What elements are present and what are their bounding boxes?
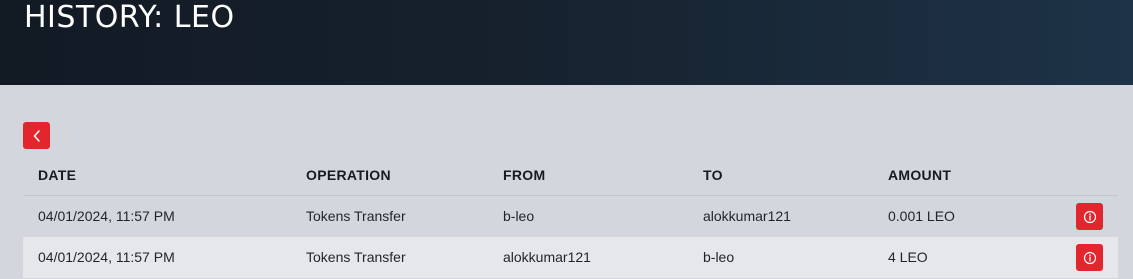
page-title: HISTORY: LEO — [24, 0, 235, 35]
row-from: b-leo — [503, 208, 535, 224]
row-operation: Tokens Transfer — [306, 249, 406, 265]
column-header-to: TO — [703, 167, 723, 183]
page-header: HISTORY: LEO — [0, 0, 1133, 85]
info-button[interactable] — [1076, 244, 1103, 271]
row-operation: Tokens Transfer — [306, 208, 406, 224]
chevron-left-icon — [33, 129, 40, 142]
row-to: b-leo — [703, 249, 735, 265]
row-date: 04/01/2024, 11:57 PM — [38, 249, 175, 265]
row-from: alokkumar121 — [503, 249, 591, 265]
history-content: DATE OPERATION FROM TO AMOUNT 04/01/2024… — [0, 85, 1133, 279]
back-button[interactable] — [23, 122, 50, 149]
info-icon — [1083, 210, 1096, 223]
table-row: 04/01/2024, 11:57 PM Tokens Transfer alo… — [23, 237, 1118, 278]
info-button[interactable] — [1076, 203, 1103, 230]
table-row: 04/01/2024, 11:57 PM Tokens Transfer b-l… — [23, 196, 1118, 237]
table-header: DATE OPERATION FROM TO AMOUNT — [23, 155, 1118, 196]
row-amount: 4 LEO — [888, 249, 928, 265]
column-header-date: DATE — [38, 167, 77, 183]
column-header-operation: OPERATION — [306, 167, 391, 183]
info-icon — [1083, 251, 1096, 264]
row-amount: 0.001 LEO — [888, 208, 955, 224]
column-header-from: FROM — [503, 167, 546, 183]
row-date: 04/01/2024, 11:57 PM — [38, 208, 175, 224]
column-header-amount: AMOUNT — [888, 167, 952, 183]
history-table: DATE OPERATION FROM TO AMOUNT 04/01/2024… — [23, 155, 1118, 278]
row-to: alokkumar121 — [703, 208, 791, 224]
